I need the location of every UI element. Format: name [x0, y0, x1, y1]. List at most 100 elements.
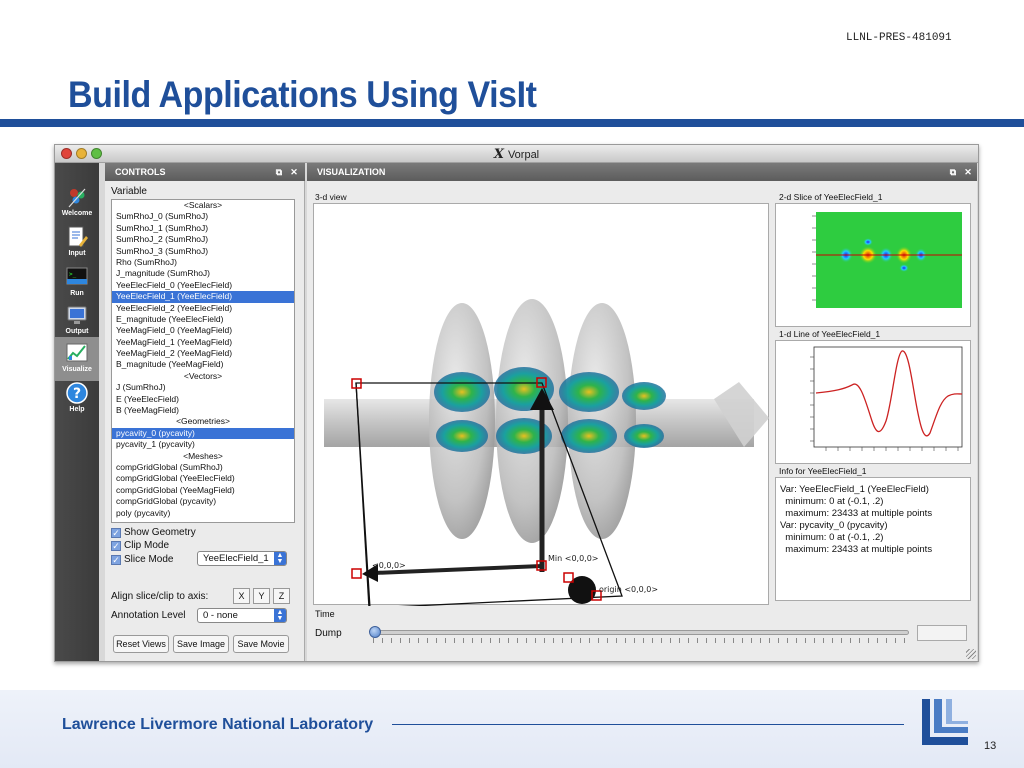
- info-label: Info for YeeElecField_1: [779, 466, 867, 476]
- slice-heatmap: [812, 212, 962, 308]
- variable-item[interactable]: J (SumRhoJ): [112, 382, 294, 393]
- hotspot-6: [863, 238, 873, 246]
- help-icon: ?: [66, 382, 88, 404]
- info-line: minimum: 0 at (-0.1, .2): [780, 496, 884, 507]
- variable-item[interactable]: pycavity_1 (pycavity): [112, 439, 294, 450]
- nav-visualize[interactable]: Visualize: [55, 337, 99, 381]
- save-movie-button[interactable]: Save Movie: [233, 635, 289, 653]
- variable-list[interactable]: <Scalars> SumRhoJ_0 (SumRhoJ) SumRhoJ_1 (S…: [111, 199, 295, 523]
- variable-group-header: <Geometries>: [176, 416, 230, 427]
- dump-spinbox[interactable]: [917, 625, 967, 641]
- nav-welcome[interactable]: Welcome: [55, 181, 99, 225]
- variable-item[interactable]: poly (pycavity): [112, 508, 294, 519]
- marker-x-label: <0,0,0>: [372, 561, 406, 570]
- visualize-icon: [66, 343, 88, 362]
- variable-group-header: <Scalars>: [183, 200, 223, 210]
- line-view[interactable]: [775, 340, 971, 464]
- marker-origin-label: origin <0,0,0>: [599, 585, 658, 594]
- view3d-canvas[interactable]: Min <0,0,0> <0,0,0> origin <0,0,0>: [313, 203, 769, 609]
- llnl-logo-icon: [922, 699, 968, 745]
- variable-item[interactable]: J_magnitude (SumRhoJ): [112, 268, 294, 279]
- variable-item[interactable]: YeeElecField_0 (YeeElecField): [112, 280, 294, 291]
- variable-item[interactable]: YeeMagField_1 (YeeMagField): [112, 337, 294, 348]
- clip-mode-checkbox[interactable]: ✓ Clip Mode: [111, 539, 169, 552]
- undock-icon[interactable]: ⧉: [947, 166, 959, 178]
- variable-item[interactable]: SumRhoJ_3 (SumRhoJ): [112, 246, 294, 257]
- footer-org-name: Lawrence Livermore National Laboratory: [62, 716, 374, 733]
- save-image-button[interactable]: Save Image: [173, 635, 229, 653]
- field-lobe-8: [624, 424, 664, 448]
- checkmark-icon: ✓: [111, 541, 121, 551]
- variable-item[interactable]: compGridGlobal (YeeMagField): [112, 485, 294, 496]
- reset-views-button[interactable]: Reset Views: [113, 635, 169, 653]
- visualization-header: VISUALIZATION ⧉ ✕: [307, 163, 977, 181]
- variable-item[interactable]: SumRhoJ_2 (SumRhoJ): [112, 234, 294, 245]
- vorpal-window: X Vorpal Welcome Input >_ Run Output Vis…: [54, 144, 979, 662]
- nav-rail: Welcome Input >_ Run Output Visualize ? …: [55, 163, 99, 661]
- variable-group-header: <Vectors>: [183, 370, 223, 381]
- variable-item[interactable]: SumRhoJ_1 (SumRhoJ): [112, 223, 294, 234]
- field-lobe-7: [622, 382, 666, 410]
- variable-label: Variable: [111, 186, 147, 197]
- variable-item[interactable]: compGridGlobal (pycavity): [112, 496, 294, 507]
- updown-arrows-icon: ▲ ▼: [274, 609, 286, 622]
- variable-item[interactable]: SumRhoJ_0 (SumRhoJ): [112, 211, 294, 222]
- align-axis-label: Align slice/clip to axis:: [111, 591, 209, 602]
- slice-mode-checkbox[interactable]: ✓ Slice Mode: [111, 553, 173, 566]
- nav-help[interactable]: ? Help: [55, 377, 99, 421]
- view3d-label: 3-d view: [315, 192, 347, 202]
- undock-icon[interactable]: ⧉: [273, 166, 285, 178]
- show-geometry-checkbox[interactable]: ✓ Show Geometry: [111, 526, 196, 539]
- line-label: 1-d Line of YeeElecField_1: [779, 329, 881, 339]
- slide-title: Build Applications Using VisIt: [68, 74, 537, 115]
- variable-item[interactable]: YeeMagField_2 (YeeMagField): [112, 348, 294, 359]
- annotation-level-label: Annotation Level: [111, 610, 186, 621]
- time-slider-thumb[interactable]: [369, 626, 381, 638]
- controls-panel: CONTROLS ⧉ ✕ Variable <Scalars> SumRhoJ_0…: [105, 163, 305, 661]
- heatmap-ticks-y: [812, 215, 816, 301]
- info-line: Var: pycavity_0 (pycavity): [780, 520, 888, 531]
- info-line: maximum: 23433 at multiple points: [780, 544, 933, 555]
- slice-view[interactable]: [775, 203, 971, 327]
- time-slider-track[interactable]: [373, 630, 909, 635]
- close-panel-icon[interactable]: ✕: [288, 166, 300, 178]
- variable-item[interactable]: pycavity_0 (pycavity): [112, 427, 294, 440]
- visualization-panel: VISUALIZATION ⧉ ✕ 3-d view Min <0,0,0> <…: [307, 163, 977, 661]
- svg-text:>_: >_: [69, 271, 77, 278]
- align-y-button[interactable]: Y: [253, 588, 270, 604]
- input-icon: [68, 226, 88, 247]
- variable-item[interactable]: compGridGlobal (YeeElecField): [112, 473, 294, 484]
- cavity-render: Min <0,0,0> <0,0,0> origin <0,0,0>: [324, 299, 769, 609]
- variable-item[interactable]: B (YeeMagField): [112, 405, 294, 416]
- variable-item[interactable]: compGridGlobal (SumRhoJ): [112, 462, 294, 473]
- nav-input[interactable]: Input: [55, 221, 99, 265]
- field-lobe-2: [436, 420, 488, 452]
- close-panel-icon[interactable]: ✕: [962, 166, 974, 178]
- variable-item[interactable]: YeeElecField_2 (YeeElecField): [112, 303, 294, 314]
- variable-item[interactable]: YeeMagField_0 (YeeMagField): [112, 325, 294, 336]
- field-lobe-1: [434, 372, 490, 412]
- resize-grip-icon[interactable]: [966, 649, 976, 659]
- updown-arrows-icon: ▲ ▼: [274, 552, 286, 565]
- annotation-level-select[interactable]: 0 - none ▲ ▼: [197, 608, 287, 623]
- align-x-button[interactable]: X: [233, 588, 250, 604]
- svg-text:?: ?: [73, 386, 81, 402]
- presentation-id: LLNL-PRES-481091: [846, 32, 952, 44]
- x11-icon: X: [493, 147, 504, 162]
- variable-item[interactable]: Rho (SumRhoJ): [112, 257, 294, 268]
- output-icon: [67, 306, 87, 324]
- handle-left[interactable]: [351, 568, 362, 579]
- variable-item[interactable]: YeeElecField_1 (YeeElecField): [112, 291, 294, 303]
- variable-item[interactable]: B_magnitude (YeeMagField): [112, 359, 294, 370]
- footer-rule: [392, 724, 904, 725]
- welcome-icon: [68, 188, 86, 208]
- field-lobe-6: [561, 419, 617, 453]
- time-label: Time: [315, 609, 335, 619]
- variable-item[interactable]: E_magnitude (YeeElecField): [112, 314, 294, 325]
- marker-min-label: Min <0,0,0>: [548, 554, 599, 563]
- window-title: X Vorpal: [493, 147, 540, 162]
- variable-item[interactable]: E (YeeElecField): [112, 394, 294, 405]
- slice-variable-select[interactable]: YeeElecField_1 ▲ ▼: [197, 551, 287, 566]
- align-z-button[interactable]: Z: [273, 588, 290, 604]
- title-underline-bar: [0, 119, 1024, 127]
